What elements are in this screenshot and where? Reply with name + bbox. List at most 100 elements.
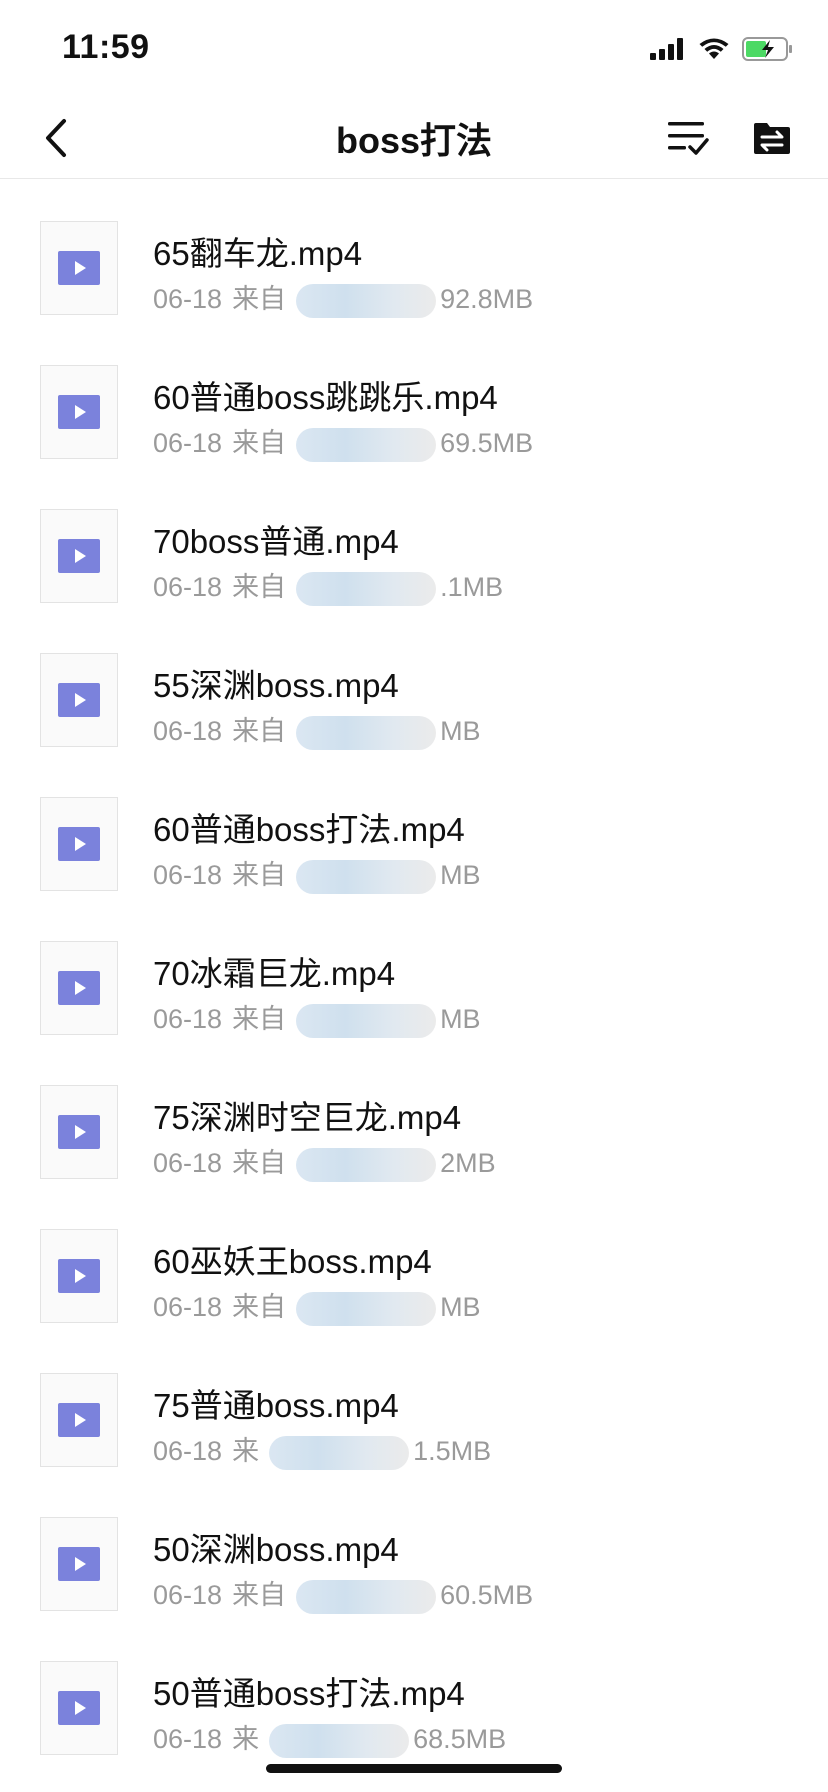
- list-check-icon: [668, 122, 709, 155]
- file-source-label: 来自: [232, 284, 287, 314]
- file-list-item[interactable]: 65翻车龙.mp4 06-18 来自 92.8MB: [0, 179, 828, 323]
- redacted-source: [296, 283, 437, 318]
- file-list-item[interactable]: 50深渊boss.mp4 06-18 来自 60.5MB: [0, 1475, 828, 1619]
- redacted-source: [296, 1291, 437, 1326]
- redacted-source: [296, 571, 437, 606]
- cellular-signal-icon: [650, 38, 683, 60]
- wifi-icon: [699, 38, 729, 59]
- file-source-label: 来: [232, 1436, 260, 1466]
- file-list-item[interactable]: 60巫妖王boss.mp4 06-18 来自 MB: [0, 1187, 828, 1331]
- move-folder-button[interactable]: [744, 108, 800, 168]
- file-list-item[interactable]: 55深渊boss.mp4 06-18 来自 MB: [0, 611, 828, 755]
- nav-bar: boss打法: [0, 100, 828, 179]
- file-meta: 06-18 来自 60.5MB: [153, 1573, 533, 1614]
- file-date: 06-18: [153, 1148, 223, 1178]
- file-name: 60普通boss打法.mp4: [153, 811, 465, 848]
- file-date: 06-18: [153, 428, 223, 458]
- file-meta: 06-18 来 1.5MB: [153, 1429, 491, 1470]
- file-list-item[interactable]: 75深渊时空巨龙.mp4 06-18 来自 2MB: [0, 1043, 828, 1187]
- file-date: 06-18: [153, 1580, 223, 1610]
- file-size: 60.5MB: [440, 1580, 534, 1610]
- file-date: 06-18: [153, 1004, 223, 1034]
- file-name: 50深渊boss.mp4: [153, 1531, 399, 1568]
- file-meta: 06-18 来自 2MB: [153, 1141, 496, 1182]
- file-name: 60巫妖王boss.mp4: [153, 1243, 432, 1280]
- file-list: 65翻车龙.mp4 06-18 来自 92.8MB 60普通boss跳跳乐.mp4 …: [0, 179, 828, 1763]
- file-name: 75深渊时空巨龙.mp4: [153, 1099, 462, 1136]
- file-size: 1.5MB: [413, 1436, 492, 1466]
- redacted-source: [296, 859, 437, 894]
- nav-actions: [660, 108, 800, 168]
- redacted-source: [296, 1003, 437, 1038]
- file-list-item[interactable]: 50普通boss打法.mp4 06-18 来 68.5MB: [0, 1619, 828, 1763]
- video-file-icon: [40, 509, 118, 603]
- file-list-item[interactable]: 60普通boss跳跳乐.mp4 06-18 来自 69.5MB: [0, 323, 828, 467]
- status-bar: 11:59: [0, 0, 828, 100]
- file-list-item[interactable]: 75普通boss.mp4 06-18 来 1.5MB: [0, 1331, 828, 1475]
- file-source-label: 来自: [232, 1292, 287, 1322]
- file-size: MB: [440, 1004, 481, 1034]
- file-meta: 06-18 来自 MB: [153, 1285, 481, 1326]
- file-list-item[interactable]: 70冰霜巨龙.mp4 06-18 来自 MB: [0, 899, 828, 1043]
- file-size: 68.5MB: [413, 1724, 507, 1754]
- file-source-label: 来自: [232, 1004, 287, 1034]
- video-file-icon: [40, 1229, 118, 1323]
- file-list-item[interactable]: 70boss普通.mp4 06-18 来自 .1MB: [0, 467, 828, 611]
- file-source-label: 来自: [232, 716, 287, 746]
- home-indicator[interactable]: [266, 1764, 562, 1773]
- file-source-label: 来: [232, 1724, 260, 1754]
- status-time: 11:59: [62, 28, 150, 66]
- file-name: 65翻车龙.mp4: [153, 235, 363, 272]
- video-file-icon: [40, 653, 118, 747]
- file-date: 06-18: [153, 1436, 223, 1466]
- file-meta: 06-18 来自 69.5MB: [153, 421, 533, 462]
- video-file-icon: [40, 797, 118, 891]
- file-source-label: 来自: [232, 428, 287, 458]
- file-size: 92.8MB: [440, 284, 534, 314]
- file-date: 06-18: [153, 572, 223, 602]
- video-file-icon: [40, 1373, 118, 1467]
- multi-select-button[interactable]: [660, 108, 716, 168]
- status-icons: [650, 36, 794, 62]
- file-meta: 06-18 来自 MB: [153, 853, 481, 894]
- file-meta: 06-18 来 68.5MB: [153, 1717, 506, 1758]
- file-size: MB: [440, 1292, 481, 1322]
- redacted-source: [269, 1723, 410, 1758]
- file-name: 55深渊boss.mp4: [153, 667, 399, 704]
- file-name: 70boss普通.mp4: [153, 523, 399, 560]
- redacted-source: [296, 715, 437, 750]
- file-name: 70冰霜巨龙.mp4: [153, 955, 396, 992]
- file-size: MB: [440, 716, 481, 746]
- video-file-icon: [40, 1517, 118, 1611]
- file-size: .1MB: [440, 572, 504, 602]
- file-size: 69.5MB: [440, 428, 534, 458]
- video-file-icon: [40, 1661, 118, 1755]
- file-date: 06-18: [153, 1724, 223, 1754]
- file-name: 60普通boss跳跳乐.mp4: [153, 379, 498, 416]
- file-list-item[interactable]: 60普通boss打法.mp4 06-18 来自 MB: [0, 755, 828, 899]
- file-name: 50普通boss打法.mp4: [153, 1675, 465, 1712]
- file-source-label: 来自: [232, 1580, 287, 1610]
- redacted-source: [296, 1147, 437, 1182]
- file-date: 06-18: [153, 284, 223, 314]
- redacted-source: [296, 427, 437, 462]
- file-meta: 06-18 来自 MB: [153, 997, 481, 1038]
- file-meta: 06-18 来自 .1MB: [153, 565, 503, 606]
- video-file-icon: [40, 941, 118, 1035]
- file-meta: 06-18 来自 92.8MB: [153, 277, 533, 318]
- video-file-icon: [40, 365, 118, 459]
- file-meta: 06-18 来自 MB: [153, 709, 481, 750]
- file-date: 06-18: [153, 1292, 223, 1322]
- redacted-source: [269, 1435, 410, 1470]
- file-source-label: 来自: [232, 1148, 287, 1178]
- file-date: 06-18: [153, 860, 223, 890]
- battery-icon: [742, 37, 792, 61]
- file-name: 75普通boss.mp4: [153, 1387, 399, 1424]
- file-size: 2MB: [440, 1148, 496, 1178]
- folder-transfer-icon: [754, 123, 790, 154]
- file-source-label: 来自: [232, 860, 287, 890]
- video-file-icon: [40, 221, 118, 315]
- file-size: MB: [440, 860, 481, 890]
- file-date: 06-18: [153, 716, 223, 746]
- file-source-label: 来自: [232, 572, 287, 602]
